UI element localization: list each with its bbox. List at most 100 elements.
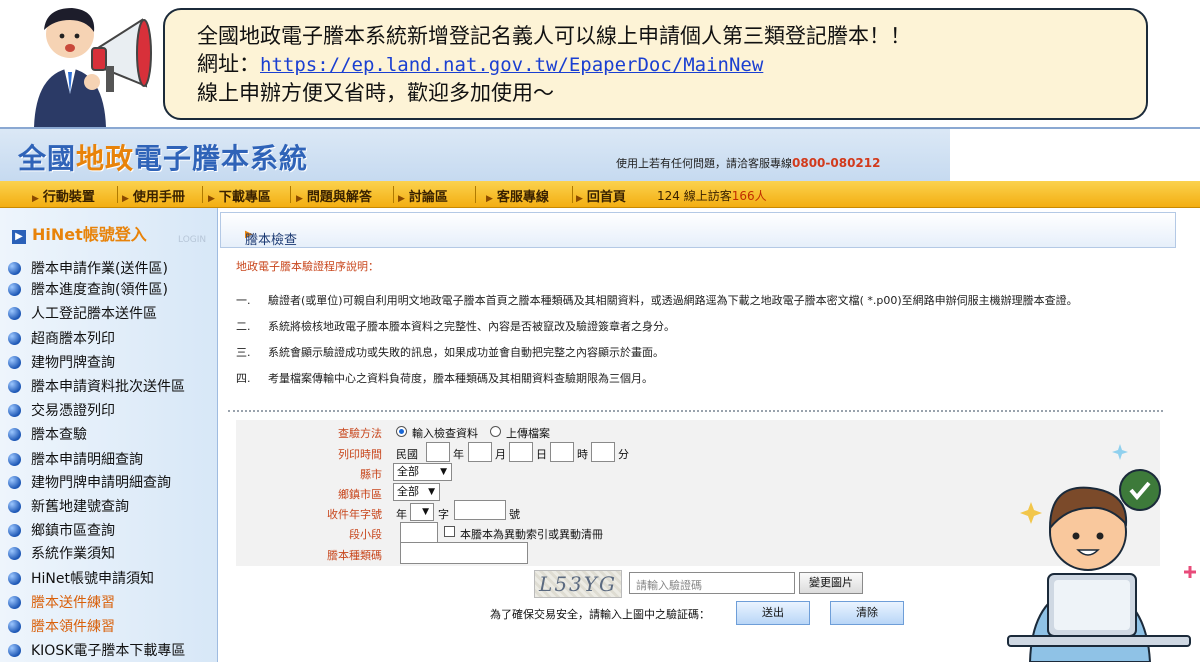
nav-forum[interactable]: ▶ 討論區 <box>398 186 448 205</box>
contact-info: 使用上若有任何問題，請洽客服專線0800-080212 <box>616 156 881 170</box>
method-input-label: 輸入檢查資料 <box>412 427 478 440</box>
sidebar-item-progress[interactable]: 謄本進度查詢(領件區) <box>8 279 168 299</box>
bullet-icon <box>8 379 21 393</box>
print-year-input[interactable] <box>426 442 450 462</box>
nav-manual[interactable]: ▶ 使用手冊 <box>122 186 185 205</box>
captcha-input[interactable]: 請輸入驗證碼 <box>629 572 795 594</box>
bullet-icon <box>8 499 21 513</box>
sidebar-item-send-practice[interactable]: 謄本送件練習 <box>8 592 115 612</box>
sidebar-item-doorplate[interactable]: 建物門牌查詢 <box>8 352 115 372</box>
step-2: 二. 系統將檢核地政電子謄本謄本資料之完整性、內容是否被竄改及驗證簽章者之身分。 <box>236 320 675 333</box>
sidebar-item-verify[interactable]: 謄本查驗 <box>8 424 87 444</box>
sidebar-item-manual-apply[interactable]: 人工登記謄本送件區 <box>8 303 157 323</box>
town-select[interactable]: 全部 ▼ <box>393 483 440 501</box>
type-code-input[interactable] <box>400 542 528 564</box>
bullet-icon <box>8 355 21 369</box>
announcement-line-2: 網址：https://ep.land.nat.gov.tw/EpaperDoc/… <box>197 50 1146 79</box>
sidebar-item-notice[interactable]: 系統作業須知 <box>8 543 115 563</box>
sidebar-item-receive-practice[interactable]: 謄本領件練習 <box>8 616 115 636</box>
captcha-image: L53YG <box>534 570 622 598</box>
section-label: 段小段 <box>349 528 382 541</box>
cross-index-checkbox[interactable] <box>444 526 455 537</box>
intro-title: 地政電子謄本驗證程序說明： <box>236 260 379 273</box>
sidebar-item-doorplate-detail[interactable]: 建物門牌申請明細查詢 <box>8 472 171 492</box>
arrow-right-icon: ▶ <box>122 194 129 204</box>
nav-mobile[interactable]: ▶ 行動裝置 <box>32 186 95 205</box>
header-blank-area <box>950 129 1200 181</box>
announcement-callout: 全國地政電子謄本系統新增登記名義人可以線上申請個人第三類登記謄本！！ 網址：ht… <box>163 8 1148 120</box>
sidebar-item-apply[interactable]: 謄本申請作業(送件區) <box>8 258 168 278</box>
sidebar-item-hinet-notice[interactable]: HiNet帳號申請須知 <box>8 568 154 588</box>
bullet-icon <box>8 452 21 466</box>
bullet-icon <box>8 306 21 320</box>
online-visitor-counter: 124 線上訪客166人 <box>657 189 767 203</box>
roc-label: 民國 <box>396 448 418 461</box>
epaper-url-link[interactable]: https://ep.land.nat.gov.tw/EpaperDoc/Mai… <box>260 54 763 76</box>
site-header: 全國地政電子謄本系統 使用上若有任何問題，請洽客服專線0800-080212 <box>0 127 1200 181</box>
dotted-divider <box>228 410 1163 413</box>
nav-home[interactable]: ▶ 回首頁 <box>576 186 626 205</box>
arrow-right-icon: ▶ <box>296 194 303 204</box>
doc-year-label: 年 <box>396 508 407 521</box>
doc-char-label: 字 <box>438 508 449 521</box>
sidebar-item-landno[interactable]: 新舊地建號查詢 <box>8 496 129 516</box>
sidebar-item-voucher[interactable]: 交易憑證列印 <box>8 400 115 420</box>
megaphone-man-illustration <box>34 8 152 127</box>
support-phone: 0800-080212 <box>792 156 881 170</box>
arrow-right-icon: ▶ <box>32 194 39 204</box>
bullet-icon <box>8 427 21 441</box>
bullet-icon <box>8 643 21 657</box>
sidebar: ▶ HiNet帳號登入 LOGIN 謄本申請作業(送件區) 謄本進度查詢(領件區)… <box>0 208 218 662</box>
arrow-right-icon: ▶ <box>486 194 493 204</box>
announcement-line-3: 線上申辦方便又省時，歡迎多加使用～ <box>197 81 554 105</box>
county-select[interactable]: 全部 ▼ <box>393 463 452 481</box>
screen: 全國地政電子謄本系統新增登記名義人可以線上申請個人第三類登記謄本！！ 網址：ht… <box>0 0 1200 662</box>
section-input[interactable] <box>400 522 438 544</box>
bullet-icon <box>8 619 21 633</box>
nav-support-line[interactable]: ▶ 客服專線 <box>486 186 549 205</box>
clear-button[interactable]: 清除 <box>830 601 904 625</box>
captcha-hint: 為了確保交易安全，請輸入上圖中之驗証碼： <box>490 608 710 621</box>
print-hour-input[interactable] <box>550 442 574 462</box>
bullet-icon <box>8 261 21 275</box>
doc-year-select[interactable]: ▼ <box>410 503 434 521</box>
type-code-label: 謄本種類碼 <box>327 549 382 562</box>
change-image-button[interactable]: 變更圖片 <box>799 572 863 594</box>
arrow-right-icon: ▶ <box>208 194 215 204</box>
bullet-icon <box>8 571 21 585</box>
bullet-icon <box>8 331 21 345</box>
doc-char-input[interactable] <box>454 500 506 520</box>
day-unit: 日 <box>536 448 547 461</box>
chevron-down-icon: ▼ <box>428 487 435 497</box>
sidebar-item-store-print[interactable]: 超商謄本列印 <box>8 328 115 348</box>
announcement-line-1: 全國地政電子謄本系統新增登記名義人可以線上申請個人第三類登記謄本！！ <box>197 24 911 48</box>
main-nav: ▶ 行動裝置 ▶ 使用手冊 ▶ 下載專區 ▶ 問題與解答 ▶ 討論區 ▶ 客服專線 ▶ 回首頁… <box>0 181 1200 208</box>
print-month-input[interactable] <box>468 442 492 462</box>
minute-unit: 分 <box>618 448 629 461</box>
method-input-radio[interactable] <box>396 426 407 437</box>
bullet-icon <box>8 546 21 560</box>
sidebar-item-kiosk[interactable]: KIOSK電子謄本下載專區 <box>8 640 185 660</box>
sidebar-item-town[interactable]: 鄉鎮市區查詢 <box>8 520 115 540</box>
chevron-down-icon: ▼ <box>422 507 429 517</box>
site-logo[interactable]: 全國地政電子謄本系統 <box>18 137 308 177</box>
town-label: 鄉鎮市區 <box>338 488 382 501</box>
method-label: 查驗方法 <box>338 427 382 440</box>
nav-download[interactable]: ▶ 下載專區 <box>208 186 271 205</box>
hour-unit: 時 <box>577 448 588 461</box>
county-label: 縣市 <box>360 468 382 481</box>
bullet-icon <box>8 595 21 609</box>
submit-button[interactable]: 送出 <box>736 601 810 625</box>
step-3: 三. 系統會顯示驗證成功或失敗的訊息，如果成功並會自動把完整之內容顯示於畫面。 <box>236 346 664 359</box>
method-upload-radio[interactable] <box>490 426 501 437</box>
sidebar-item-batch[interactable]: 謄本申請資料批次送件區 <box>8 376 185 396</box>
step-1: 一. 驗證者(或單位)可親自利用明文地政電子謄本首頁之謄本種類碼及其相關資料，或透… <box>236 294 1078 307</box>
cross-index-label: 本謄本為異動索引或異動清冊 <box>460 528 603 541</box>
arrow-right-icon: ▶ <box>398 194 405 204</box>
sidebar-item-detail[interactable]: 謄本申請明細查詢 <box>8 449 143 469</box>
print-day-input[interactable] <box>509 442 533 462</box>
hinet-login-button[interactable]: ▶ HiNet帳號登入 <box>12 221 147 245</box>
bullet-icon <box>8 403 21 417</box>
nav-faq[interactable]: ▶ 問題與解答 <box>296 186 372 205</box>
print-minute-input[interactable] <box>591 442 615 462</box>
